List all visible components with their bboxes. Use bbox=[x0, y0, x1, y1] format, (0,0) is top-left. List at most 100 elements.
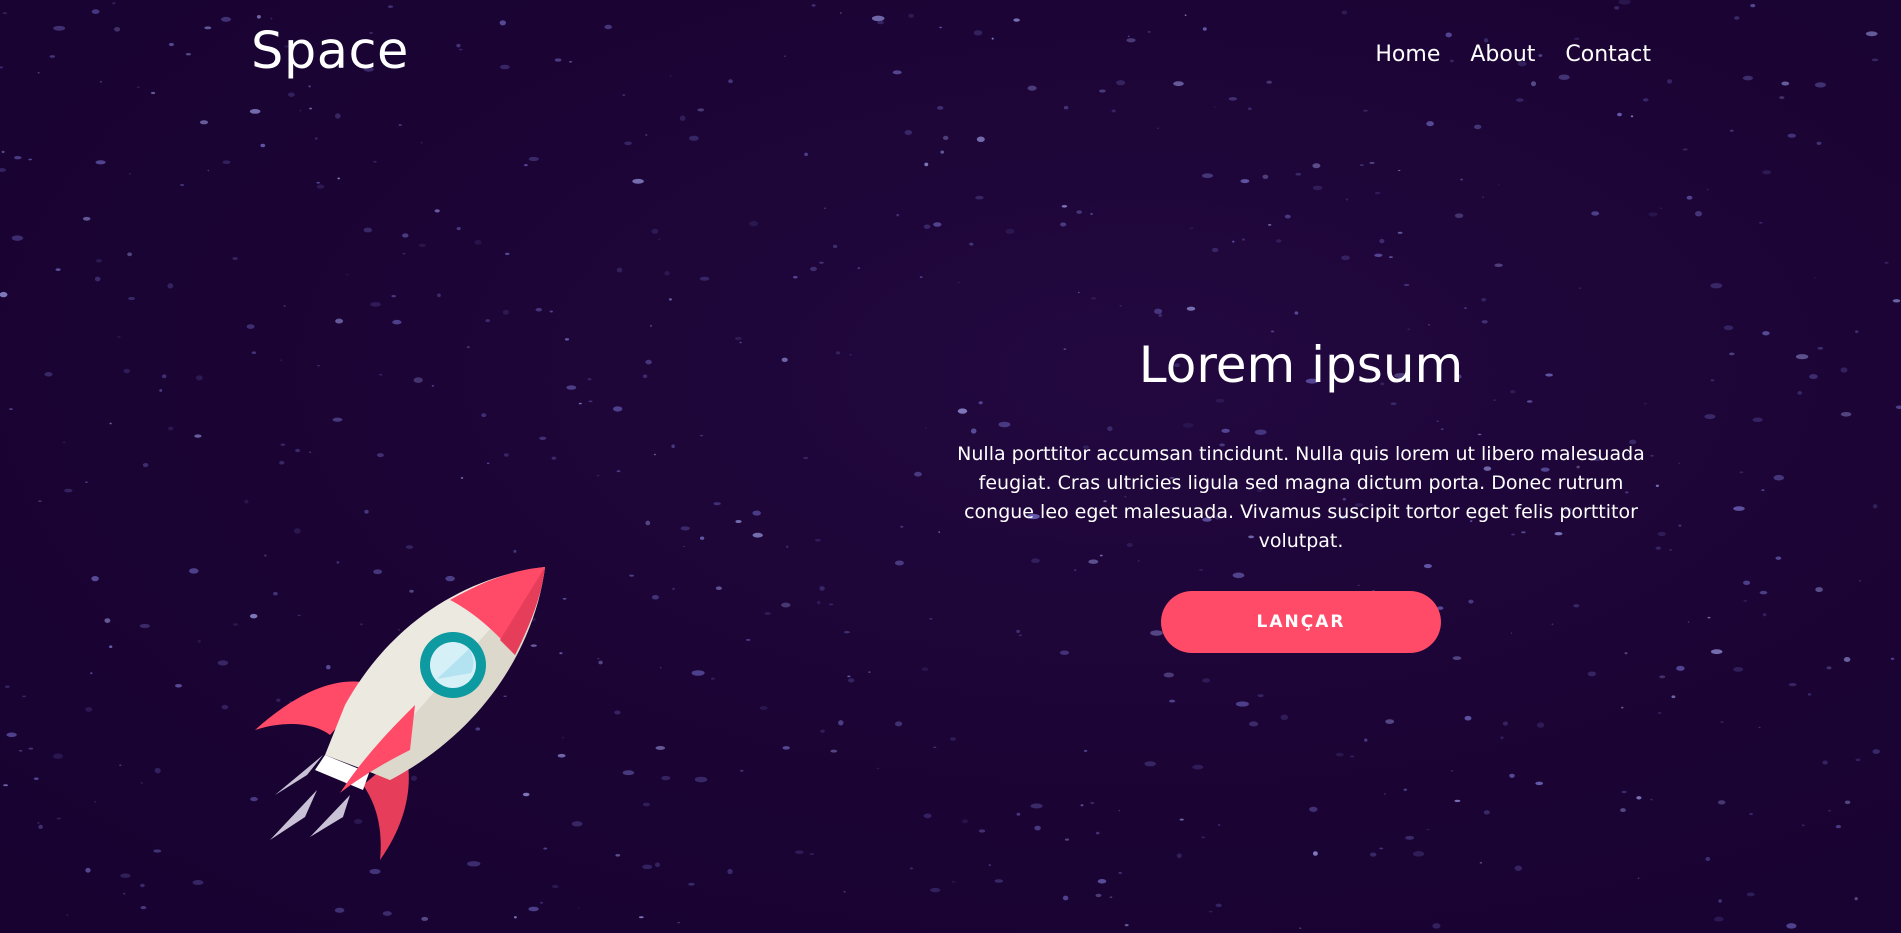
star bbox=[561, 736, 565, 739]
star bbox=[1650, 798, 1653, 801]
star bbox=[194, 434, 202, 438]
star bbox=[679, 115, 686, 121]
star bbox=[616, 267, 623, 273]
star bbox=[752, 532, 763, 538]
star bbox=[653, 453, 656, 456]
star bbox=[139, 623, 150, 629]
star bbox=[597, 474, 600, 477]
star bbox=[910, 867, 913, 870]
star bbox=[1284, 214, 1291, 219]
nav-about-link[interactable]: About bbox=[1470, 42, 1535, 67]
star bbox=[95, 160, 106, 165]
star bbox=[1432, 923, 1441, 929]
star bbox=[1345, 198, 1349, 201]
star bbox=[836, 351, 840, 355]
star bbox=[1217, 824, 1221, 826]
star bbox=[175, 684, 182, 688]
star bbox=[1464, 715, 1472, 721]
star bbox=[280, 443, 286, 446]
star bbox=[539, 436, 547, 440]
star bbox=[816, 600, 821, 605]
star bbox=[566, 385, 577, 390]
star bbox=[923, 224, 931, 229]
star bbox=[140, 782, 143, 784]
star bbox=[85, 706, 93, 712]
star bbox=[1840, 367, 1848, 373]
star bbox=[222, 160, 231, 165]
star bbox=[168, 426, 174, 431]
star bbox=[1621, 706, 1624, 709]
star bbox=[1840, 411, 1852, 417]
star bbox=[1192, 764, 1204, 770]
star bbox=[951, 880, 956, 883]
star bbox=[503, 453, 509, 457]
star bbox=[1474, 124, 1482, 130]
star bbox=[217, 660, 229, 666]
star bbox=[337, 177, 341, 180]
star bbox=[335, 318, 344, 324]
star bbox=[85, 481, 88, 483]
star bbox=[904, 130, 913, 135]
star bbox=[680, 526, 690, 531]
star bbox=[1412, 851, 1425, 857]
star bbox=[1097, 879, 1107, 884]
star bbox=[513, 916, 517, 919]
brand-logo[interactable]: Space bbox=[251, 22, 409, 81]
star bbox=[90, 672, 93, 675]
star bbox=[1762, 331, 1770, 336]
star bbox=[1241, 238, 1246, 241]
star bbox=[334, 113, 341, 119]
star bbox=[1695, 210, 1702, 217]
star bbox=[629, 574, 634, 577]
star bbox=[94, 276, 101, 282]
star bbox=[949, 737, 957, 741]
star bbox=[127, 252, 133, 257]
star bbox=[0, 168, 6, 172]
star bbox=[752, 510, 761, 516]
star bbox=[819, 586, 825, 591]
nav-contact-link[interactable]: Contact bbox=[1565, 42, 1651, 67]
launch-button[interactable]: LANÇAR bbox=[1161, 591, 1441, 653]
star bbox=[781, 357, 788, 362]
star bbox=[921, 667, 929, 671]
star bbox=[1428, 323, 1431, 326]
star bbox=[1080, 804, 1084, 807]
star bbox=[1379, 238, 1385, 244]
star bbox=[1119, 305, 1123, 307]
star bbox=[876, 767, 880, 770]
star bbox=[251, 351, 257, 355]
star bbox=[929, 617, 933, 620]
star bbox=[14, 156, 22, 160]
star bbox=[1788, 682, 1797, 687]
star bbox=[632, 178, 644, 184]
star bbox=[1341, 255, 1350, 261]
star bbox=[56, 817, 61, 820]
star bbox=[1370, 852, 1377, 857]
star bbox=[735, 519, 742, 524]
star bbox=[153, 849, 162, 853]
star bbox=[843, 890, 846, 893]
star bbox=[142, 463, 149, 468]
star bbox=[485, 319, 490, 323]
star bbox=[976, 136, 985, 143]
star bbox=[1450, 769, 1454, 772]
star bbox=[1787, 133, 1797, 138]
star bbox=[794, 850, 804, 855]
star bbox=[1232, 572, 1245, 579]
star bbox=[844, 631, 850, 634]
nav-home-link[interactable]: Home bbox=[1375, 42, 1440, 67]
star bbox=[513, 549, 517, 553]
star bbox=[221, 704, 229, 710]
star bbox=[1835, 824, 1842, 829]
star bbox=[1707, 616, 1711, 619]
star bbox=[655, 746, 666, 750]
star bbox=[1426, 121, 1434, 127]
star bbox=[4, 685, 10, 689]
star bbox=[551, 456, 557, 460]
star bbox=[994, 879, 1004, 883]
star bbox=[1773, 474, 1785, 481]
star bbox=[919, 276, 923, 278]
star bbox=[420, 142, 423, 144]
star bbox=[1076, 210, 1083, 214]
star bbox=[1710, 649, 1723, 655]
